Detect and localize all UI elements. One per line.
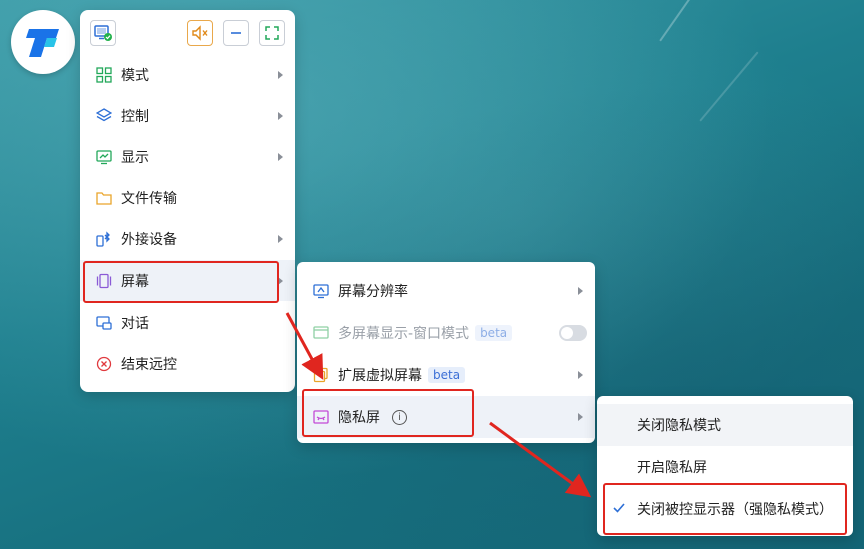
chat-screen-icon xyxy=(96,315,112,331)
submenu-item-resolution[interactable]: 屏幕分辨率 xyxy=(297,270,595,312)
grid-icon xyxy=(96,66,112,83)
monitor-check-icon xyxy=(94,25,112,41)
chevron-right-icon xyxy=(578,413,583,421)
menu-item-label: 屏幕 xyxy=(121,273,149,290)
menu-item-external-device[interactable]: 外接设备 xyxy=(80,218,295,259)
fullscreen-button[interactable] xyxy=(259,20,285,46)
minimize-icon xyxy=(231,32,241,34)
chevron-right-icon xyxy=(578,371,583,379)
menu-item-label: 控制 xyxy=(121,108,149,125)
menu-item-end-remote[interactable]: 结束远控 xyxy=(80,343,295,384)
app-logo[interactable] xyxy=(11,10,75,74)
menu-item-control[interactable]: 控制 xyxy=(80,95,295,136)
bluetooth-device-icon xyxy=(96,230,112,247)
screen-submenu: 屏幕分辨率 多屏幕显示-窗口模式 beta 扩展虚拟屏幕 beta 隐私屏 i xyxy=(297,262,595,443)
chevron-right-icon xyxy=(278,70,283,79)
submenu-item-multi-screen[interactable]: 多屏幕显示-窗口模式 beta xyxy=(297,312,595,354)
checkmark-icon xyxy=(613,503,625,513)
menu-item-label: 显示 xyxy=(121,149,149,166)
panel-toolbar xyxy=(80,10,295,56)
remote-control-panel: 模式 控制 显示 文件传输 外接设备 屏幕 对话 结束远控 xyxy=(80,10,295,392)
speaker-mute-icon xyxy=(192,25,208,41)
todesk-logo-icon xyxy=(26,29,59,57)
window-mode-icon xyxy=(313,325,329,341)
chevron-right-icon xyxy=(278,111,283,120)
beta-badge: beta xyxy=(428,367,466,383)
layers-icon xyxy=(96,107,112,124)
privacy-eye-icon xyxy=(313,409,329,425)
background-streak xyxy=(659,0,742,42)
menu-item-label: 结束远控 xyxy=(121,356,177,373)
virtual-screen-icon xyxy=(313,367,329,383)
fullscreen-icon xyxy=(265,26,279,40)
menu-item-label: 外接设备 xyxy=(121,231,177,248)
menu-item-label: 对话 xyxy=(121,315,149,332)
menu-item-label: 模式 xyxy=(121,67,149,84)
background-streak xyxy=(699,51,759,122)
chevron-right-icon xyxy=(278,152,283,161)
chevron-right-icon xyxy=(578,287,583,295)
privacy-submenu: 关闭隐私模式 开启隐私屏 关闭被控显示器（强隐私模式） xyxy=(597,396,853,536)
close-circle-icon xyxy=(96,356,112,372)
folder-icon xyxy=(96,190,112,206)
submenu-item-label: 扩展虚拟屏幕 xyxy=(338,368,422,384)
minimize-button[interactable] xyxy=(223,20,249,46)
beta-badge: beta xyxy=(475,325,513,341)
mute-button[interactable] xyxy=(187,20,213,46)
chevron-right-icon xyxy=(278,276,283,285)
menu-item-chat[interactable]: 对话 xyxy=(80,302,295,343)
menu-item-screen[interactable]: 屏幕 xyxy=(80,260,295,301)
submenu-item-virtual-screen[interactable]: 扩展虚拟屏幕 beta xyxy=(297,354,595,396)
menu-item-file-transfer[interactable]: 文件传输 xyxy=(80,177,295,218)
chevron-right-icon xyxy=(278,234,283,243)
screen-status-button[interactable] xyxy=(90,20,116,46)
screen-panels-icon xyxy=(96,273,112,289)
option-enable-privacy-screen[interactable]: 开启隐私屏 xyxy=(597,446,853,488)
display-chart-icon xyxy=(96,149,112,165)
menu-item-mode[interactable]: 模式 xyxy=(80,54,295,95)
submenu-item-label: 多屏幕显示-窗口模式 xyxy=(338,326,470,342)
option-label: 开启隐私屏 xyxy=(637,460,707,476)
menu-item-display[interactable]: 显示 xyxy=(80,136,295,177)
submenu-item-label: 屏幕分辨率 xyxy=(338,284,408,300)
option-turn-off-controlled-display[interactable]: 关闭被控显示器（强隐私模式） xyxy=(597,488,853,530)
option-disable-privacy-mode[interactable]: 关闭隐私模式 xyxy=(597,404,853,446)
info-icon[interactable]: i xyxy=(392,409,407,425)
resolution-icon xyxy=(313,283,329,299)
submenu-item-label: 隐私屏 xyxy=(338,410,380,426)
option-label: 关闭隐私模式 xyxy=(637,418,721,434)
option-label: 关闭被控显示器（强隐私模式） xyxy=(637,502,833,518)
multi-screen-toggle[interactable] xyxy=(559,325,587,341)
submenu-item-privacy-screen[interactable]: 隐私屏 i xyxy=(297,396,595,438)
menu-item-label: 文件传输 xyxy=(121,190,177,207)
